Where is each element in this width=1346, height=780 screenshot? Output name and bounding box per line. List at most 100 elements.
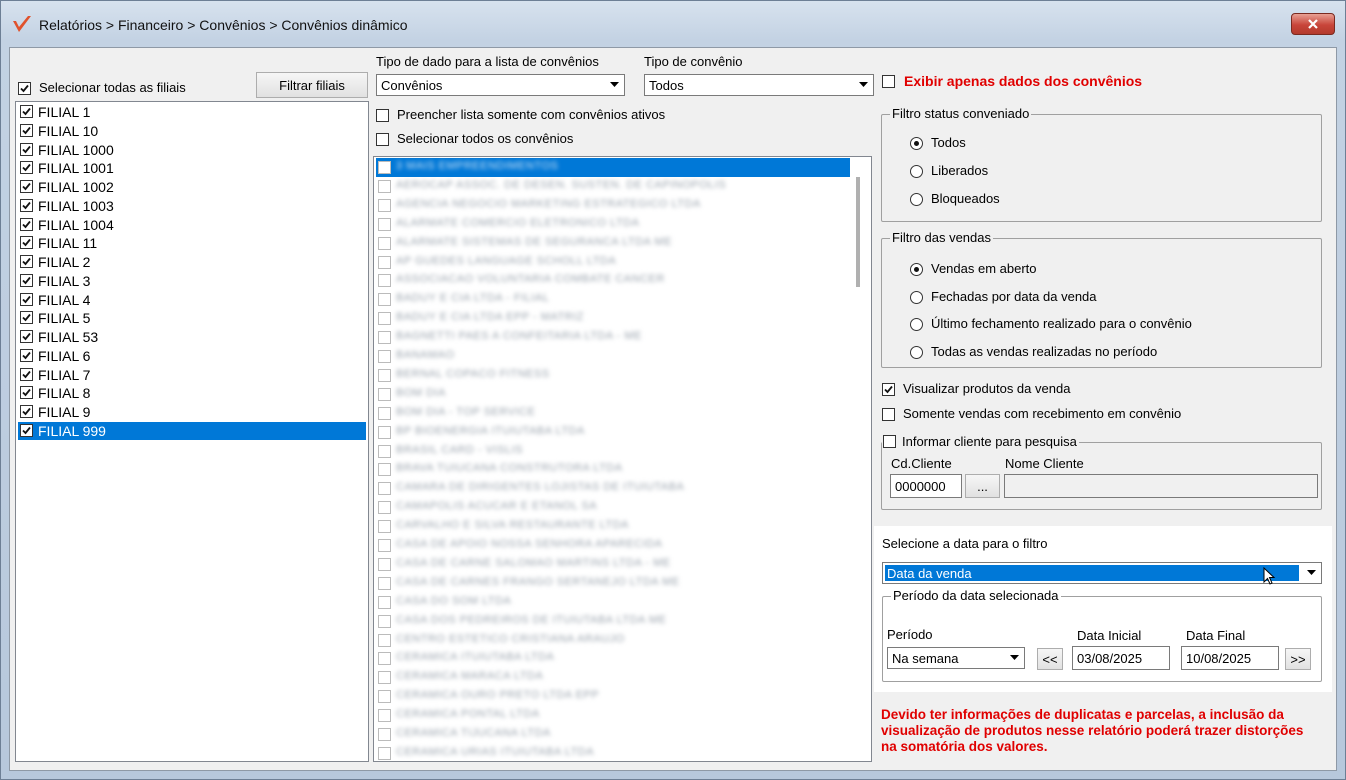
close-button[interactable] [1291, 13, 1335, 35]
previous-period-button[interactable]: << [1037, 648, 1063, 670]
convenio-list-item[interactable]: BADUY E CIA LTDA EPP - MATRIZ [376, 309, 846, 328]
convenio-list-item[interactable]: CERAMICA PONTAL LTDA [376, 706, 846, 725]
convenio-checkbox[interactable] [378, 406, 391, 420]
convenio-checkbox[interactable] [378, 614, 391, 628]
convenio-checkbox[interactable] [378, 671, 391, 685]
filial-list-item[interactable]: FILIAL 4 [18, 291, 366, 309]
filial-checkbox[interactable] [20, 423, 33, 437]
filial-checkbox[interactable] [20, 348, 33, 362]
filial-list-item[interactable]: FILIAL 1003 [18, 197, 366, 215]
convenio-checkbox[interactable] [378, 595, 391, 609]
sales-radio[interactable] [910, 318, 923, 331]
convenio-list-item[interactable]: CERAMICA URIAS ITUIUTABA LTDA [376, 744, 846, 761]
client-code-input[interactable]: 0000000 [890, 474, 962, 498]
convenio-list-item[interactable]: BOM DIA [376, 385, 846, 404]
only-convenio-data-checkbox[interactable] [882, 75, 895, 88]
convenio-list-item[interactable]: BERNAL COPACO FITNESS [376, 366, 846, 385]
filial-checkbox[interactable] [20, 255, 33, 268]
status-radio[interactable] [910, 165, 923, 178]
next-period-button[interactable]: >> [1285, 648, 1311, 670]
filial-list-item[interactable]: FILIAL 5 [18, 309, 366, 327]
only-receipt-checkbox[interactable] [882, 408, 895, 421]
convenio-checkbox[interactable] [378, 463, 391, 477]
filial-checkbox[interactable] [20, 142, 33, 156]
convenio-list-item[interactable]: CAMAPOLIS ACUCAR E ETANOL SA [376, 498, 846, 517]
filial-checkbox[interactable] [20, 217, 33, 231]
convenio-list-item[interactable]: CERAMICA OURO PRETO LTDA EPP [376, 687, 846, 706]
convenio-list-item[interactable]: CAMARA DE DIRIGENTES LOJISTAS DE ITUIUTA… [376, 479, 846, 498]
convenio-checkbox[interactable] [378, 746, 391, 760]
filial-checkbox[interactable] [20, 386, 33, 400]
convenio-checkbox[interactable] [378, 161, 391, 174]
end-date-input[interactable]: 10/08/2025 [1181, 646, 1279, 670]
convenio-list-item[interactable]: AGENCIA NEGOCIO MARKETING ESTRATEGICO LT… [376, 196, 846, 215]
filial-list-item[interactable]: FILIAL 7 [18, 366, 366, 384]
convenio-list-item[interactable]: CENTRO ESTETICO CRISTIANA ARAUJO [376, 631, 846, 650]
convenio-checkbox[interactable] [378, 728, 391, 741]
convenio-list-item[interactable]: AP GUEDES LANGUAGE SCHOLL LTDA [376, 253, 846, 272]
convenio-list-item[interactable]: CARVALHO E SILVA RESTAURANTE LTDA [376, 517, 846, 536]
convenio-checkbox[interactable] [378, 444, 391, 458]
convenio-checkbox[interactable] [378, 633, 391, 647]
filial-checkbox[interactable] [20, 198, 33, 212]
filial-list-item[interactable]: FILIAL 1000 [18, 141, 366, 159]
convenio-list-item[interactable]: CASA DE CARNES FRANGO SERTANEJO LTDA ME [376, 574, 846, 593]
convenio-checkbox[interactable] [378, 217, 391, 231]
convenio-list-item[interactable]: CASA DE APOIO NOSSA SENHORA APARECIDA [376, 536, 846, 555]
convenio-checkbox[interactable] [378, 236, 391, 250]
convenio-list-item[interactable]: 3 MAIS EMPREENDIMENTOS [376, 158, 850, 177]
convenio-type-select[interactable]: Todos [644, 74, 874, 96]
convenio-checkbox[interactable] [378, 501, 391, 515]
period-select[interactable]: Na semana [887, 647, 1025, 669]
filial-list-item[interactable]: FILIAL 8 [18, 384, 366, 402]
filial-checkbox[interactable] [20, 161, 33, 175]
convenio-list-item[interactable]: ALARMATE SISTEMAS DE SEGURANCA LTDA ME [376, 234, 846, 253]
filial-list-item[interactable]: FILIAL 6 [18, 347, 366, 365]
sales-radio[interactable] [910, 345, 923, 359]
client-name-input[interactable] [1004, 474, 1318, 498]
convenio-checkbox[interactable] [378, 312, 391, 326]
convenio-checkbox[interactable] [378, 425, 391, 439]
filial-checkbox[interactable] [20, 105, 33, 118]
convenio-list-item[interactable]: BAGNETTI PAES A CONFEITARIA LTDA - ME [376, 328, 846, 347]
convenio-checkbox[interactable] [378, 539, 391, 552]
filial-list-item[interactable]: FILIAL 1002 [18, 178, 366, 196]
convenios-scrollbar-thumb[interactable] [856, 177, 860, 287]
filial-checkbox[interactable] [20, 292, 33, 306]
filial-list-item[interactable]: FILIAL 1 [18, 103, 366, 121]
filial-checkbox[interactable] [20, 180, 33, 193]
show-products-checkbox[interactable] [882, 383, 895, 396]
convenio-list-item[interactable]: CERAMICA ITUIUTABA LTDA [376, 649, 846, 668]
status-radio[interactable] [910, 137, 923, 150]
convenio-list-item[interactable]: CASA DO SOM LTDA [376, 593, 846, 612]
filial-list-item[interactable]: FILIAL 11 [18, 234, 366, 252]
filial-checkbox[interactable] [20, 330, 33, 343]
filial-list-item[interactable]: FILIAL 9 [18, 403, 366, 421]
convenio-checkbox[interactable] [378, 350, 391, 363]
convenio-checkbox[interactable] [378, 368, 391, 382]
convenio-list-item[interactable]: BRASIL CARD - VISLIS [376, 442, 846, 461]
data-type-select[interactable]: Convênios [376, 74, 625, 96]
convenios-list[interactable]: CERAMICA URIAS ITUIUTABA LTDA CERAMICA TI… [373, 156, 872, 762]
convenio-checkbox[interactable] [378, 482, 391, 496]
filial-list-item[interactable]: FILIAL 3 [18, 272, 366, 290]
convenio-checkbox[interactable] [378, 387, 391, 401]
convenio-list-item[interactable]: CASA DOS PEDREIROS DE ITUIUTABA LTDA ME [376, 612, 846, 631]
convenio-list-item[interactable]: ALARMATE COMERCIO ELETRONICO LTDA [376, 215, 846, 234]
filial-checkbox[interactable] [20, 311, 33, 325]
convenio-checkbox[interactable] [378, 293, 391, 307]
filial-checkbox[interactable] [20, 405, 33, 418]
convenio-list-item[interactable]: BOM DIA - TOP SERVICE [376, 404, 846, 423]
convenio-checkbox[interactable] [378, 709, 391, 723]
filial-list-item[interactable]: FILIAL 2 [18, 253, 366, 271]
date-select[interactable]: Data da venda [882, 562, 1322, 585]
filial-list-item[interactable]: FILIAL 1004 [18, 216, 366, 234]
convenio-checkbox[interactable] [378, 520, 391, 534]
filial-list-item[interactable]: FILIAL 1001 [18, 159, 366, 177]
convenio-list-item[interactable]: CERAMICA TIJUCANA LTDA [376, 725, 846, 744]
filial-checkbox[interactable] [20, 273, 33, 287]
filial-checkbox[interactable] [20, 236, 33, 250]
convenio-checkbox[interactable] [378, 179, 391, 193]
filial-checkbox[interactable] [20, 367, 33, 381]
select-all-filiais-checkbox[interactable] [18, 82, 31, 95]
